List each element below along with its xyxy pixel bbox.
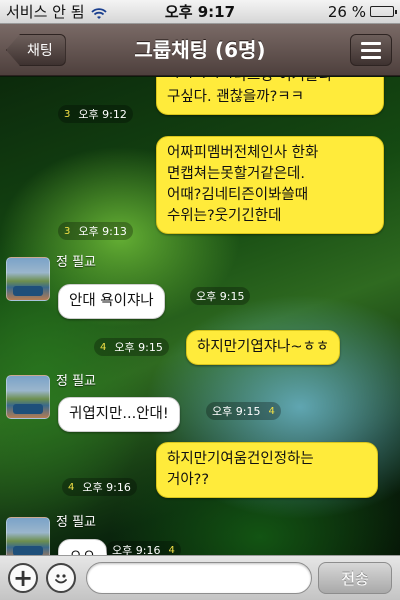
- message-meta: 오후 9:15 4: [206, 402, 281, 420]
- message-time: 오후 9:16: [82, 481, 131, 494]
- carrier-label: 서비스 안 됨: [6, 3, 85, 21]
- message-meta: 오후 9:15: [190, 287, 251, 305]
- menu-icon: [361, 41, 381, 45]
- message-time: 오후 9:15: [114, 341, 163, 354]
- message-input[interactable]: [86, 562, 312, 594]
- plus-icon: +: [12, 564, 34, 592]
- avatar[interactable]: [6, 375, 50, 419]
- send-button[interactable]: 전송: [318, 562, 392, 594]
- message-bubble[interactable]: 하지만기여움건인정하는 거아??: [156, 442, 378, 498]
- message-line: 어짜피멤버전체인사 한화: [167, 145, 319, 161]
- message-time: 오후 9:16: [112, 544, 161, 555]
- avatar[interactable]: [6, 517, 50, 555]
- avatar[interactable]: [6, 257, 50, 301]
- sender-name: 정 필교: [56, 255, 97, 270]
- unread-count: 4: [168, 544, 175, 556]
- message-time: 오후 9:15: [196, 290, 245, 303]
- smiley-icon: [55, 574, 67, 584]
- battery-percent: 26 %: [327, 2, 366, 21]
- message-line: 어때?김네티즌이봐쓸때: [167, 187, 309, 203]
- message-meta: 4 오후 9:16: [62, 478, 137, 496]
- message-meta: 3 오후 9:12: [58, 105, 133, 123]
- message-bubble[interactable]: 하지만기엽쟈나~ㅎㅎ: [186, 330, 341, 365]
- sender-name: 정 필교: [56, 374, 97, 389]
- message-bubble[interactable]: ㅋㅋㅋㅋㅋ나그냥 이거올리 구싶다. 괜찮을까?ㅋㅋ: [156, 77, 384, 115]
- unread-count: 4: [100, 341, 107, 353]
- message-meta: 오후 9:16 4: [106, 541, 181, 555]
- message-text: 안대 욕이쟈나: [69, 293, 154, 309]
- emoji-button[interactable]: [46, 563, 76, 593]
- message-meta: 3 오후 9:13: [58, 222, 133, 240]
- unread-count: 3: [64, 108, 71, 120]
- unread-count: 4: [268, 405, 275, 417]
- message-line: 수위는?웃기긴한데: [167, 208, 282, 224]
- message-line: 면캡쳐는못할거같은데.: [167, 166, 306, 182]
- unread-count: 3: [64, 225, 71, 237]
- menu-button[interactable]: [350, 34, 392, 66]
- message-bubble[interactable]: ㅇㅇ: [58, 539, 107, 555]
- message-bubble[interactable]: 귀엽지만...안대!: [58, 397, 180, 432]
- message-line: 하지만기여움건인정하는: [167, 451, 314, 467]
- message-meta: 4 오후 9:15: [94, 338, 169, 356]
- message-time: 오후 9:13: [78, 225, 127, 238]
- status-bar: 서비스 안 됨 오후 9:17 26 %: [0, 0, 400, 24]
- message-line: 거아??: [167, 472, 210, 488]
- sender-name: 정 필교: [56, 515, 97, 530]
- wifi-icon: [90, 6, 107, 19]
- message-bubble[interactable]: 안대 욕이쟈나: [58, 284, 165, 319]
- nav-bar: 그룹채팅 (6명) 채팅: [0, 24, 400, 76]
- battery-icon: [370, 6, 397, 17]
- message-text: 하지만기엽쟈나~ㅎㅎ: [197, 339, 330, 355]
- message-text: ㅇㅇ: [69, 548, 96, 555]
- input-bar: + 전송: [0, 555, 400, 600]
- message-bubble[interactable]: 어짜피멤버전체인사 한화 면캡쳐는못할거같은데. 어때?김네티즌이봐쓸때 수위는…: [156, 136, 384, 234]
- unread-count: 4: [68, 481, 75, 493]
- message-text: 귀엽지만...안대!: [69, 406, 169, 422]
- message-line: ㅋㅋㅋㅋㅋ나그냥 이거올리: [167, 77, 373, 87]
- message-time: 오후 9:15: [212, 405, 261, 418]
- message-line: 구싶다. 괜찮을까?ㅋㅋ: [167, 89, 304, 105]
- plus-button[interactable]: +: [8, 563, 38, 593]
- message-time: 오후 9:12: [78, 108, 127, 121]
- chat-area[interactable]: ㅋㅋㅋㅋㅋ나그냥 이거올리 구싶다. 괜찮을까?ㅋㅋ 3 오후 9:12 어짜피…: [0, 77, 400, 555]
